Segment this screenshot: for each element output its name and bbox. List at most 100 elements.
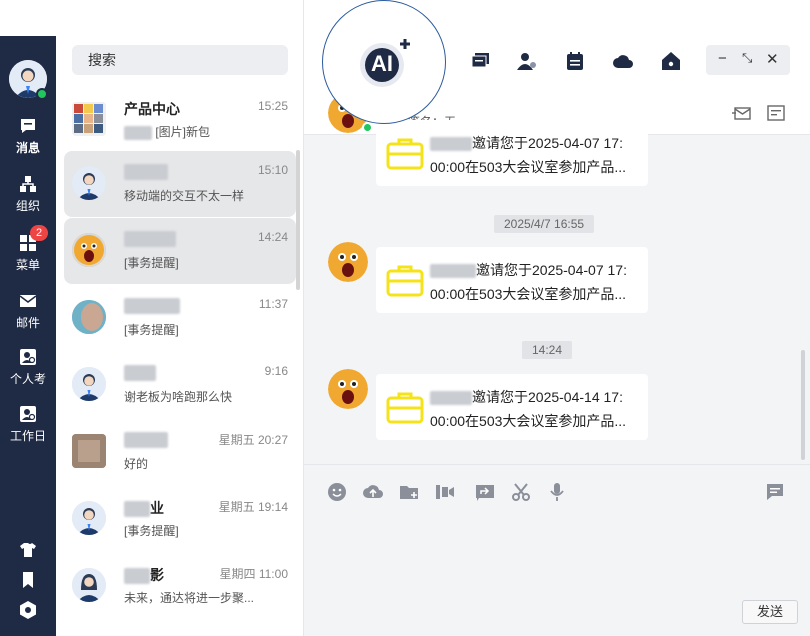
nav-item-mail[interactable]: 邮件 bbox=[0, 291, 56, 331]
settings-icon[interactable] bbox=[18, 600, 38, 620]
preview-text: [图片]新包 bbox=[155, 125, 211, 139]
sender-avatar[interactable] bbox=[328, 242, 368, 282]
chat-bubbles-icon[interactable] bbox=[470, 50, 492, 72]
conversation-item[interactable]: 星期五 20:27 好的 bbox=[64, 419, 296, 485]
scissors-icon[interactable] bbox=[510, 481, 532, 503]
event-invite-message[interactable]: 邀请您于2025-04-14 17: 00:00在503大会议室参加产品... bbox=[376, 374, 648, 440]
minimize-button[interactable]: − bbox=[718, 50, 727, 67]
contact-avatar bbox=[72, 367, 106, 401]
conversation-preview: [事务提醒] bbox=[124, 524, 179, 538]
conversation-name bbox=[124, 230, 176, 248]
conversation-preview: [事务提醒] bbox=[124, 323, 179, 337]
left-nav: 消息 组织 2 菜单 邮件 个人考 工作日 bbox=[0, 36, 56, 636]
online-status-dot bbox=[36, 88, 48, 100]
conversation-time: 星期四 11:00 bbox=[219, 567, 288, 581]
briefcase-icon bbox=[386, 392, 424, 424]
microphone-icon[interactable] bbox=[546, 481, 568, 503]
conversation-preview: 移动端的交互不太一样 bbox=[124, 189, 245, 203]
invite-line-2: 00:00在503大会议室参加产品... bbox=[430, 286, 627, 302]
conversation-preview: 未来，通达将进一步聚... bbox=[124, 591, 255, 605]
conversation-item[interactable]: 影 星期四 11:00 未来，通达将进一步聚... bbox=[64, 553, 296, 619]
contacts-icon[interactable] bbox=[516, 50, 538, 72]
contact-avatar bbox=[72, 501, 106, 535]
chat-icon bbox=[21, 119, 35, 133]
briefcase-icon bbox=[386, 138, 424, 170]
conversation-name bbox=[124, 364, 156, 382]
conversation-item[interactable]: 9:16 谢老板为啥跑那么快 bbox=[64, 352, 296, 418]
maximize-button[interactable]: ⤡ bbox=[742, 50, 752, 66]
conversation-name: 产品中心 bbox=[124, 101, 180, 117]
contact-avatar bbox=[72, 568, 106, 602]
invite-line-1: 邀请您于2025-04-14 17: bbox=[430, 387, 623, 407]
window-controls: − ⤡ ✕ bbox=[706, 45, 790, 75]
composer-toolbar bbox=[304, 464, 810, 516]
conversation-preview: [事务提醒] bbox=[124, 256, 179, 270]
event-invite-message[interactable]: 邀请您于2025-04-07 17: 00:00在503大会议室参加产品... bbox=[376, 247, 648, 313]
search-input[interactable]: 搜索 bbox=[72, 45, 288, 75]
nav-label: 个人考 bbox=[9, 372, 46, 386]
conversation-item[interactable]: 14:24 [事务提醒] bbox=[64, 218, 296, 284]
emoji-icon[interactable] bbox=[326, 481, 348, 503]
conversation-name bbox=[124, 431, 168, 449]
conversation-time: 14:24 bbox=[257, 230, 288, 244]
notes-icon[interactable] bbox=[766, 103, 786, 123]
conversation-preview: 好的 bbox=[124, 457, 149, 471]
mail-icon bbox=[19, 295, 37, 307]
sender-avatar[interactable] bbox=[328, 369, 368, 409]
ai-assistant-button[interactable]: AI bbox=[322, 0, 446, 124]
nav-item-personal[interactable]: 个人考 bbox=[0, 347, 56, 387]
conversation-time: 15:10 bbox=[257, 163, 288, 177]
nav-label: 工作日 bbox=[9, 429, 46, 443]
org-icon bbox=[20, 176, 36, 192]
conversation-preview: 谢老板为啥跑那么快 bbox=[124, 390, 233, 404]
contact-online-dot bbox=[362, 122, 373, 133]
conversation-list: 搜索 产品中心 15:25 [图片]新包 15:10 移动端的交互不太一样 14… bbox=[56, 0, 304, 636]
group-avatar bbox=[72, 102, 106, 136]
time-separator: 14:24 bbox=[522, 341, 573, 359]
invite-line-2: 00:00在503大会议室参加产品... bbox=[430, 159, 627, 175]
conversation-name: 影 bbox=[124, 565, 164, 585]
contact-avatar bbox=[72, 233, 106, 267]
conversation-preview: [图片]新包 bbox=[124, 123, 210, 140]
quick-reply-icon[interactable] bbox=[764, 481, 786, 503]
calendar-icon[interactable] bbox=[564, 50, 586, 72]
time-separator: 2025/4/7 16:55 bbox=[494, 215, 595, 233]
bookmark-icon[interactable] bbox=[18, 570, 38, 590]
send-button[interactable]: 发送 bbox=[742, 600, 798, 624]
invite-line-1: 邀请您于2025-04-07 17: bbox=[430, 260, 627, 280]
conversation-time: 11:37 bbox=[258, 297, 288, 311]
upload-cloud-icon[interactable] bbox=[362, 481, 384, 503]
nav-item-org[interactable]: 组织 bbox=[0, 174, 56, 214]
conversation-item[interactable]: 15:10 移动端的交互不太一样 bbox=[64, 151, 296, 217]
nav-item-menu[interactable]: 2 菜单 bbox=[0, 225, 56, 273]
conversation-time: 星期五 19:14 bbox=[218, 500, 288, 514]
mail-send-icon[interactable] bbox=[732, 103, 752, 123]
nav-item-messages[interactable]: 消息 bbox=[0, 116, 56, 156]
chat-scrollbar[interactable] bbox=[801, 350, 805, 460]
event-invite-message[interactable]: 邀请您于2025-04-07 17: 00:00在503大会议室参加产品... bbox=[376, 120, 648, 186]
unread-badge: 2 bbox=[30, 225, 49, 241]
conversation-item[interactable]: 业 星期五 19:14 [事务提醒] bbox=[64, 486, 296, 552]
list-scrollbar[interactable] bbox=[296, 150, 300, 290]
conversation-item[interactable]: 11:37 [事务提醒] bbox=[64, 285, 296, 351]
nav-item-workday[interactable]: 工作日 bbox=[0, 404, 56, 444]
close-button[interactable]: ✕ bbox=[766, 50, 779, 68]
conversation-item[interactable]: 产品中心 15:25 [图片]新包 bbox=[64, 87, 296, 153]
folder-icon[interactable] bbox=[398, 481, 420, 503]
contact-avatar bbox=[72, 434, 106, 468]
shirt-icon[interactable] bbox=[18, 540, 38, 560]
workday-icon bbox=[20, 406, 36, 422]
forward-icon[interactable] bbox=[474, 481, 496, 503]
invite-line-2: 00:00在503大会议室参加产品... bbox=[430, 413, 627, 429]
conversation-name: 业 bbox=[124, 498, 164, 518]
home-icon[interactable] bbox=[660, 50, 682, 72]
conversation-name bbox=[124, 297, 180, 315]
cloud-icon[interactable] bbox=[612, 50, 634, 72]
video-icon[interactable] bbox=[434, 481, 456, 503]
conversation-time: 15:25 bbox=[257, 99, 288, 113]
conversation-time: 9:16 bbox=[264, 364, 288, 378]
nav-label: 消息 bbox=[15, 141, 40, 155]
briefcase-icon bbox=[386, 265, 424, 297]
nav-label: 邮件 bbox=[15, 316, 40, 330]
contact-avatar bbox=[72, 166, 106, 200]
